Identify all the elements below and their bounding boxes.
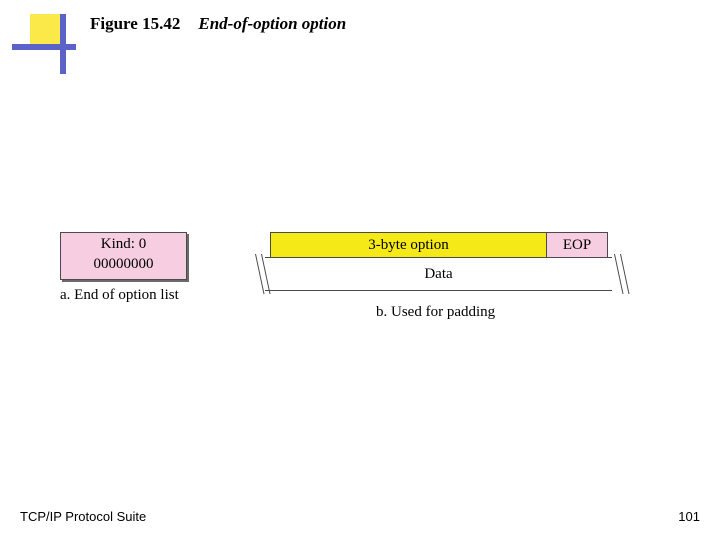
diagram: Kind: 0 00000000 a. End of option list 3… [60, 232, 670, 352]
header-strip: 3-byte option EOP [270, 232, 608, 258]
title-line: Figure 15.42 End-of-option option [90, 14, 346, 34]
option-cell: 3-byte option [271, 233, 547, 257]
eop-cell: EOP [547, 233, 607, 257]
slide-bullet-ornament [12, 14, 72, 74]
figure-caption: End-of-option option [184, 14, 346, 33]
kind-box: Kind: 0 00000000 [60, 232, 187, 280]
kind-label: Kind: 0 [61, 235, 186, 255]
break-mark-right [612, 254, 624, 294]
break-mark-left [253, 254, 265, 294]
data-band: Data [255, 257, 622, 291]
data-label: Data [424, 266, 452, 282]
page-number: 101 [678, 509, 700, 524]
caption-a: a. End of option list [60, 287, 179, 304]
kind-bits: 00000000 [61, 255, 186, 275]
caption-b: b. Used for padding [376, 304, 495, 321]
footer-source: TCP/IP Protocol Suite [20, 509, 146, 524]
figure-number: Figure 15.42 [90, 14, 180, 33]
